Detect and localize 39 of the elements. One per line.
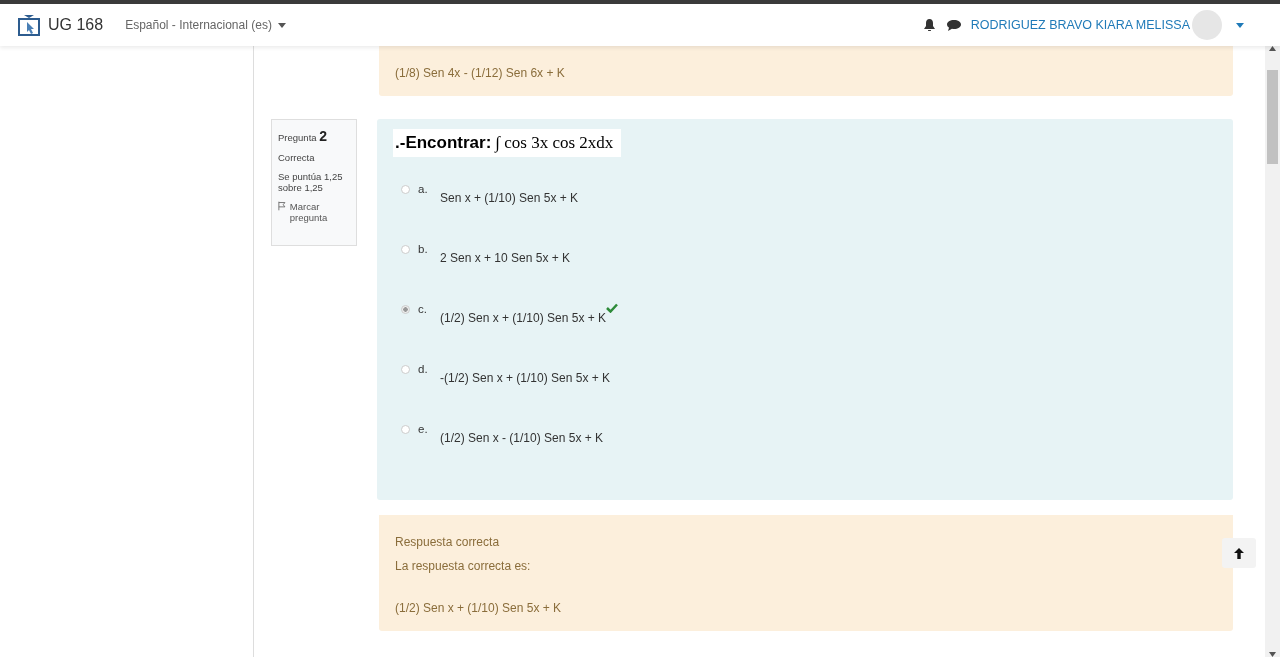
option-text[interactable]: 2 Sen x + 10 Sen 5x + K	[440, 251, 571, 265]
site-name[interactable]: UG 168	[48, 16, 104, 34]
caret-icon	[277, 22, 286, 28]
option-letter: a.	[418, 183, 429, 195]
back-to-top-button[interactable]	[1222, 538, 1256, 568]
radio-button[interactable]	[401, 185, 410, 194]
feedback-status: Respuesta correcta	[395, 535, 501, 549]
radio-button[interactable]	[401, 305, 410, 314]
question-prompt: .-Encontrar:	[395, 133, 492, 153]
integral-formula: ∫ cos 3x cos 2xdx	[495, 133, 614, 153]
answer-text: (1/8) Sen 4x - (1/12) Sen 6x + K	[395, 66, 566, 80]
caret-icon[interactable]	[1236, 22, 1244, 28]
scrollbar-thumb[interactable]	[1267, 69, 1278, 164]
question-state: Correcta	[278, 152, 316, 163]
option-letter: e.	[418, 423, 429, 435]
arrow-up-icon	[1234, 547, 1244, 559]
option-text[interactable]: -(1/2) Sen x + (1/10) Sen 5x + K	[440, 371, 611, 385]
language-menu[interactable]: Español - Internacional (es)	[125, 18, 286, 32]
bell-icon[interactable]	[923, 19, 935, 31]
answer-text: (1/2) Sen x + (1/10) Sen 5x + K	[395, 601, 563, 615]
flag-icon	[278, 201, 286, 211]
logo-icon	[16, 12, 42, 38]
option-text[interactable]: Sen x + (1/10) Sen 5x + K	[440, 191, 579, 205]
question-number: Pregunta 2	[278, 128, 328, 144]
radio-button[interactable]	[401, 245, 410, 254]
option-text[interactable]: (1/2) Sen x + (1/10) Sen 5x + K	[440, 311, 607, 325]
radio-button[interactable]	[401, 365, 410, 374]
flag-question-link[interactable]: Marcar pregunta	[278, 201, 350, 223]
scrollbar[interactable]	[1265, 46, 1280, 657]
option-letter: c.	[418, 303, 428, 315]
option-letter: d.	[418, 363, 429, 375]
user-name[interactable]: RODRIGUEZ BRAVO KIARA MELISSA	[970, 18, 1190, 32]
chat-icon[interactable]	[946, 19, 961, 31]
option-letter: b.	[418, 243, 429, 255]
feedback-intro: La respuesta correcta es:	[395, 559, 532, 573]
radio-button[interactable]	[401, 425, 410, 434]
question-grade: Se puntúa 1,25 sobre 1,25	[278, 171, 344, 193]
scroll-down-icon[interactable]	[1269, 652, 1276, 657]
option-text[interactable]: (1/2) Sen x - (1/10) Sen 5x + K	[440, 431, 604, 445]
